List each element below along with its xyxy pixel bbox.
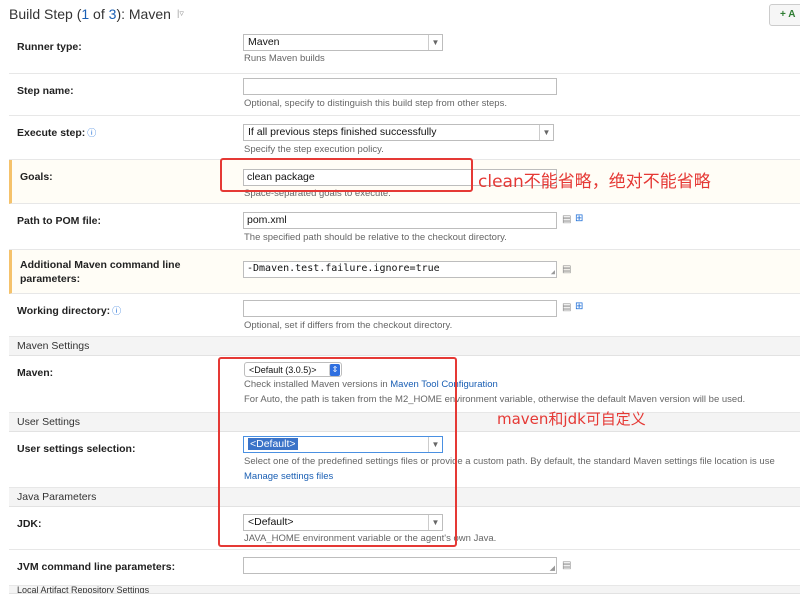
add-button[interactable]: + A	[769, 4, 800, 26]
maven-jdk-annotation-box	[218, 357, 457, 547]
runner-type-label: Runner type:	[17, 41, 82, 53]
goals-annotation-box	[220, 158, 473, 192]
local-repo-section: Local Artifact Repository Settings	[9, 586, 800, 594]
resize-grip-icon[interactable]: ◢	[551, 268, 555, 276]
pom-path-input[interactable]: pom.xml	[243, 212, 557, 229]
step-name-input[interactable]	[243, 78, 557, 95]
pom-path-hint: The specified path should be relative to…	[244, 232, 507, 243]
working-dir-hint: Optional, set if differs from the checko…	[244, 320, 453, 331]
maven-jdk-annotation-text: maven和jdk可自定义	[497, 410, 646, 428]
text-editor-icon[interactable]: ▤	[562, 214, 571, 225]
execute-step-select[interactable]: If all previous steps finished successfu…	[243, 124, 554, 141]
resize-grip-icon[interactable]: ◢	[550, 564, 555, 572]
step-name-label: Step name:	[17, 85, 74, 97]
jvm-params-label: JVM command line parameters:	[17, 561, 176, 573]
step-name-hint: Optional, specify to distinguish this bu…	[244, 98, 507, 109]
chevron-down-icon: ▼	[539, 125, 553, 140]
maven-settings-section: Maven Settings	[9, 337, 800, 356]
step-current-link[interactable]: 1	[81, 6, 89, 22]
jdk-label: JDK:	[17, 518, 42, 530]
question-circle-icon[interactable]: ⓘ	[87, 128, 96, 138]
question-circle-icon[interactable]: ⓘ	[112, 306, 121, 316]
directory-tree-icon[interactable]: ⊞	[575, 213, 583, 224]
runner-type-select[interactable]: Maven ▼	[243, 34, 443, 51]
goals-annotation-text: clean不能省略，绝对不能省略	[478, 172, 711, 192]
page-title: Build Step (1 of 3): Maven	[9, 6, 171, 22]
execute-step-label: Execute step: ⓘ	[17, 127, 97, 139]
text-editor-icon[interactable]: ▤	[562, 302, 571, 313]
execute-step-hint: Specify the step execution policy.	[244, 144, 384, 155]
additional-params-label: Additional Maven command line parameters…	[20, 259, 181, 285]
runner-type-hint: Runs Maven builds	[244, 53, 325, 64]
pom-path-label: Path to POM file:	[17, 215, 101, 227]
user-settings-label: User settings selection:	[17, 443, 136, 455]
goals-label: Goals:	[20, 171, 53, 183]
jvm-params-input[interactable]: ◢	[243, 557, 557, 574]
maven-label: Maven:	[17, 367, 54, 379]
step-header: Build Step (1 of 3): Maven |▿ + A	[0, 0, 800, 30]
title-menu-chevron-icon[interactable]: |▿	[177, 8, 184, 19]
text-editor-icon[interactable]: ▤	[562, 560, 571, 571]
additional-params-input[interactable]: -Dmaven.test.failure.ignore=true ◢	[243, 261, 557, 278]
text-editor-icon[interactable]: ▤	[562, 264, 571, 275]
chevron-down-icon: ▼	[428, 35, 442, 50]
working-dir-label: Working directory: ⓘ	[17, 305, 122, 317]
directory-tree-icon[interactable]: ⊞	[575, 301, 583, 312]
working-dir-input[interactable]	[243, 300, 557, 317]
